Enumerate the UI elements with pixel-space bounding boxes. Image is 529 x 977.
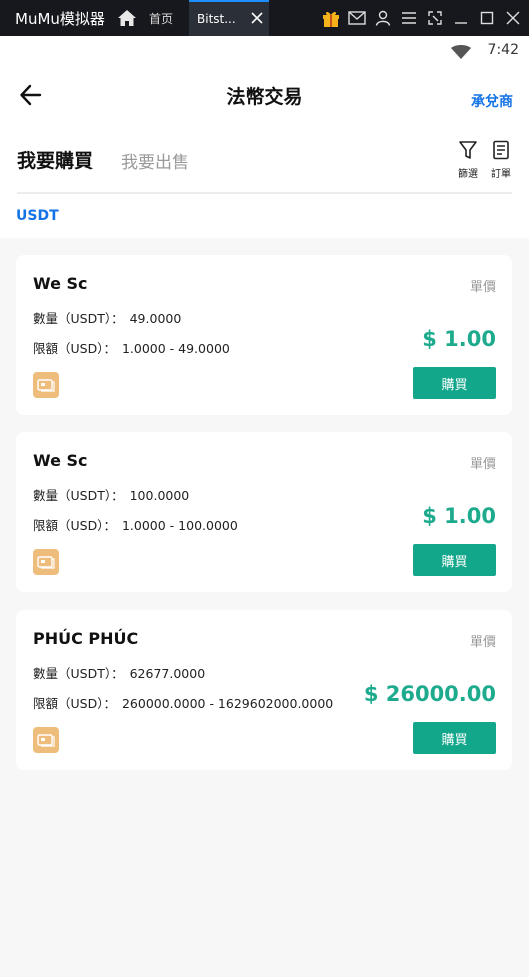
- unit-price: $ 1.00: [422, 327, 496, 351]
- screenshot-icon[interactable]: [425, 6, 445, 30]
- page-title: 法幣交易: [226, 86, 303, 108]
- filter-button[interactable]: 篩選: [455, 140, 481, 180]
- tab-active-label: Bitst...: [197, 12, 236, 26]
- quantity-row: 數量（USDT）： 49.0000: [33, 308, 181, 327]
- quantity-row: 數量（USDT）： 62677.0000: [33, 663, 205, 682]
- limit-row: 限額（USD）： 1.0000 - 49.0000: [33, 338, 230, 357]
- buy-button[interactable]: 購買: [413, 367, 496, 399]
- listing-card: We Sc 單價 數量（USDT）： 100.0000 限額（USD）： 1.000…: [16, 432, 512, 592]
- window-close-icon[interactable]: [503, 6, 523, 30]
- funnel-icon: [459, 141, 477, 159]
- unit-price-label: 單價: [469, 635, 496, 650]
- quantity-label: 數量（USDT）：: [33, 666, 124, 681]
- limit-value: 260000.0000 - 1629602000.0000: [121, 696, 334, 711]
- status-bar: 7:42: [0, 36, 529, 64]
- unit-price-label: 單價: [469, 457, 496, 472]
- quantity-value: 49.0000: [129, 311, 182, 326]
- limit-label: 限額（USD）：: [33, 341, 116, 356]
- emulator-toolbar: [321, 6, 523, 30]
- trader-name[interactable]: PHÚC PHÚC: [33, 629, 138, 648]
- quantity-row: 數量（USDT）： 100.0000: [33, 485, 189, 504]
- unit-price-label: 單價: [469, 280, 496, 295]
- minimize-icon[interactable]: [451, 6, 471, 30]
- home-icon[interactable]: [115, 6, 139, 30]
- unit-price: $ 26000.00: [363, 682, 496, 706]
- coin-selector: USDT: [0, 194, 529, 238]
- orders-button[interactable]: 訂單: [488, 140, 514, 180]
- emulator-app-title: MuMu模拟器: [15, 9, 105, 28]
- emulator-title-bar: MuMu模拟器 首页 Bitst...: [0, 0, 529, 36]
- coin-tab-usdt[interactable]: USDT: [16, 208, 59, 224]
- bank-card-icon: [33, 727, 59, 753]
- bank-card-icon: [33, 372, 59, 398]
- tab-home[interactable]: 首页: [149, 10, 189, 27]
- trader-name[interactable]: We Sc: [33, 451, 88, 470]
- limit-label: 限額（USD）：: [33, 696, 116, 711]
- tab-active-app[interactable]: Bitst...: [189, 0, 269, 36]
- quantity-value: 62677.0000: [129, 666, 206, 681]
- status-time: 7:42: [487, 42, 519, 58]
- close-icon[interactable]: [249, 10, 265, 26]
- mail-icon[interactable]: [347, 6, 367, 30]
- limit-value: 1.0000 - 49.0000: [121, 341, 230, 356]
- quantity-label: 數量（USDT）：: [33, 488, 124, 503]
- buy-button[interactable]: 購買: [413, 544, 496, 576]
- buy-button[interactable]: 購買: [413, 722, 496, 754]
- limit-row: 限額（USD）： 1.0000 - 100.0000: [33, 515, 238, 534]
- document-icon: [493, 140, 509, 160]
- limit-row: 限額（USD）： 260000.0000 - 1629602000.0000: [33, 693, 333, 712]
- wifi-icon: [451, 44, 471, 63]
- maximize-icon[interactable]: [477, 6, 497, 30]
- limit-value: 1.0000 - 100.0000: [121, 518, 238, 533]
- quantity-label: 數量（USDT）：: [33, 311, 124, 326]
- user-icon[interactable]: [373, 6, 393, 30]
- app-header: 法幣交易 承兌商: [0, 64, 529, 124]
- trader-name[interactable]: We Sc: [33, 274, 88, 293]
- orders-label: 訂單: [491, 169, 511, 180]
- merchant-link[interactable]: 承兌商: [471, 91, 513, 111]
- limit-label: 限額（USD）：: [33, 518, 116, 533]
- tab-buy[interactable]: 我要購買: [17, 146, 93, 173]
- listing-card: We Sc 單價 數量（USDT）： 49.0000 限額（USD）： 1.0000…: [16, 255, 512, 415]
- menu-icon[interactable]: [399, 6, 419, 30]
- filter-label: 篩選: [458, 169, 478, 180]
- quantity-value: 100.0000: [129, 488, 190, 503]
- listing-card: PHÚC PHÚC 單價 數量（USDT）： 62677.0000 限額（USD）…: [16, 610, 512, 770]
- unit-price: $ 1.00: [422, 504, 496, 528]
- trade-tabs: 我要購買 我要出售 篩選 訂單: [0, 124, 529, 194]
- gift-icon[interactable]: [321, 6, 341, 30]
- bank-card-icon: [33, 549, 59, 575]
- tab-sell[interactable]: 我要出售: [121, 148, 189, 173]
